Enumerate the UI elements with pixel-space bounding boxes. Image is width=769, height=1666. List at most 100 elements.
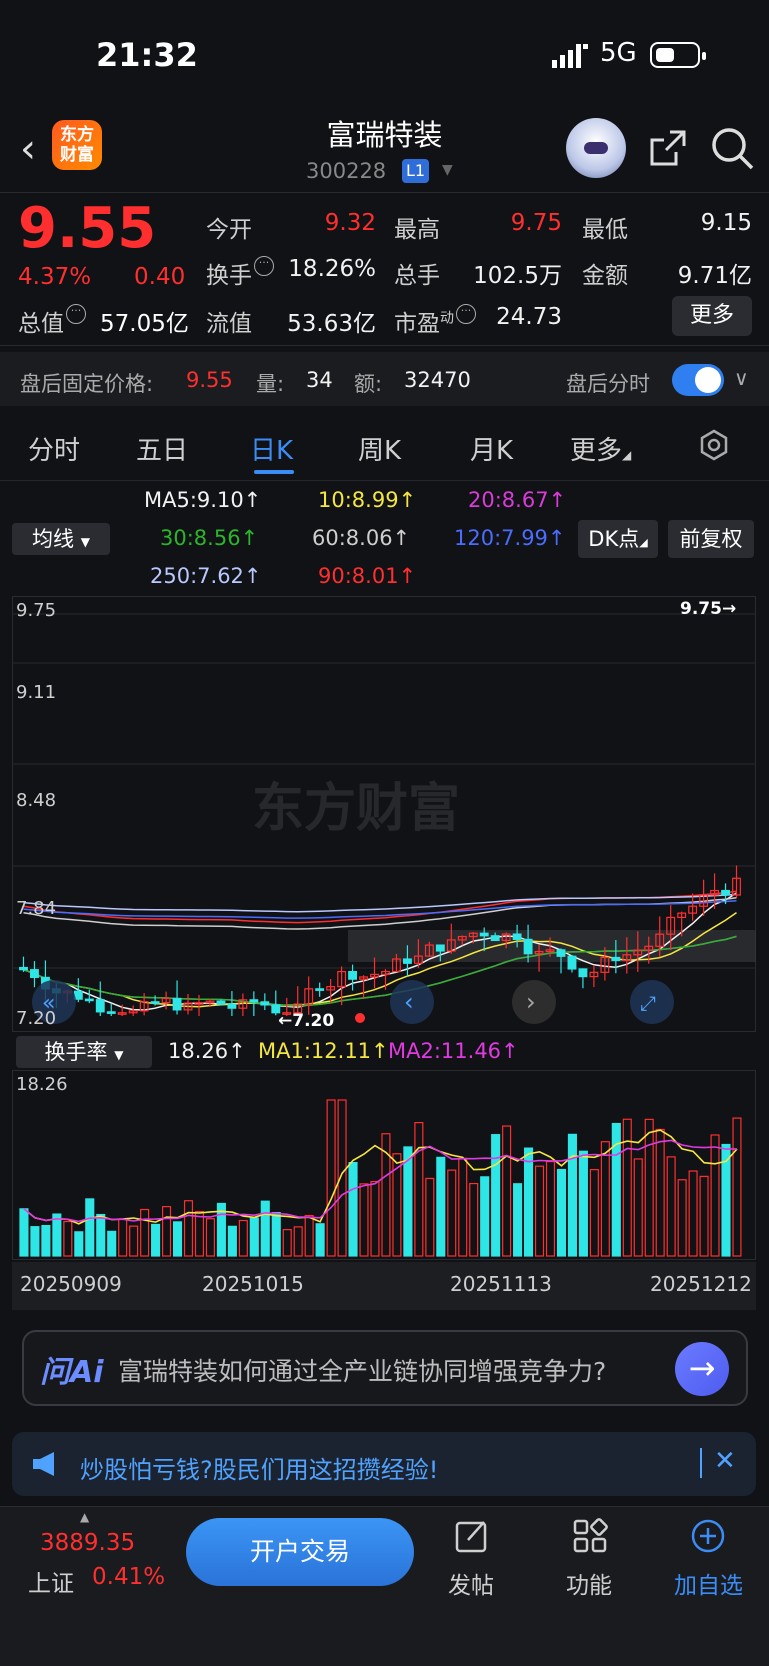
ma-line [23,890,737,924]
index-name[interactable]: 上证 [28,1564,74,1598]
turnover-bar [534,1165,545,1257]
info-icon: ··· [456,304,476,324]
ma-selector[interactable]: 均线 ▼ [12,523,110,555]
candle-body [512,933,522,940]
after-hours-price: 9.55 [186,368,233,392]
nav-functions[interactable]: 功能 [566,1566,612,1600]
total-value-label[interactable]: 总值··· [18,304,86,338]
turnover-bar [622,1118,632,1257]
candle-body [227,1003,237,1009]
turnover-bar [162,1206,172,1257]
turnover-bar [436,1156,446,1257]
step-left-icon[interactable]: ‹ [390,980,434,1024]
level-badge[interactable]: L1 [402,159,429,183]
after-hours-qty: 34 [306,368,333,392]
turnover-bar [183,1200,194,1257]
turnover-bar [425,1177,435,1257]
tab-timeshare[interactable]: 分时 [28,430,80,467]
close-icon[interactable]: ✕ [714,1446,736,1476]
ai-question[interactable]: 富瑞特装如何通过全产业链协同增强竞争力? [118,1352,606,1388]
status-time: 21:32 [96,36,198,74]
x-tick-label: 20251113 [450,1272,552,1296]
share-icon[interactable] [648,128,688,168]
turnover-bar [688,1170,698,1257]
dk-point-button[interactable]: DK点◢ [578,520,658,558]
turnover-bar [524,1147,534,1257]
tab-monthly-k[interactable]: 月K [470,430,513,467]
nav-post[interactable]: 发帖 [448,1566,494,1600]
plus-circle-icon[interactable] [690,1518,726,1554]
x-tick-label: 20251212 [650,1272,752,1296]
chevron-down-icon[interactable]: ∨ [734,366,749,390]
ma10-label: 10:8.99↑ [318,488,417,512]
chart-watermark: 东方财富 [252,779,460,839]
network-type: 5G [600,38,637,68]
turnover-bar [30,1226,40,1257]
tab-more[interactable]: 更多◢ [570,430,631,467]
y-tick-label: 8.48 [16,790,57,811]
turnover-bar [85,1198,95,1257]
turnover-chart[interactable] [12,1070,756,1260]
step-right-icon[interactable]: › [512,980,556,1024]
turnover-bar [370,1180,380,1257]
turnover-bar [677,1179,687,1257]
edit-icon[interactable] [454,1518,490,1554]
candle-body [479,932,489,937]
kline-chart[interactable]: 东方财富 9.75→ ←7.20 « ‹ › ⤢ [12,596,756,1032]
turnover-bar [732,1117,742,1257]
turnover-bar [458,1157,468,1257]
candle-body [260,1001,270,1006]
turnover-bar [260,1200,270,1257]
turnover-bar [282,1229,292,1257]
after-hours-qty-label: 量: [256,372,285,396]
turnover-bar [644,1118,654,1257]
ma120-label: 120:7.99↑ [454,526,566,550]
tab-daily-k[interactable]: 日K [250,430,293,467]
after-hours-timeshare-label: 盘后分时 [566,372,650,396]
turnover-bar [502,1125,512,1257]
y-tick-label: 9.75 [16,600,57,621]
chevron-down-icon[interactable]: ▼ [442,162,453,178]
info-icon: ··· [254,256,274,276]
more-button[interactable]: 更多 [672,296,752,336]
candle-body [490,935,500,942]
candle-body [95,999,105,1013]
turnover-bar [172,1221,183,1257]
tab-weekly-k[interactable]: 周K [358,430,401,467]
svg-text:›: › [526,988,536,1016]
candle-body [249,999,259,1003]
ma90-label: 90:8.01↑ [318,564,417,588]
battery-icon [650,42,706,68]
indicator-selector[interactable]: 换手率 ▼ [16,1036,152,1068]
turnover-bar [249,1217,259,1257]
after-hours-price-label: 盘后固定价格: [20,372,154,396]
fullscreen-icon[interactable]: ⤢ [630,980,674,1024]
turnover-bar [633,1158,643,1257]
nav-add-watchlist[interactable]: 加自选 [674,1566,743,1600]
candle-body [402,958,412,964]
candle-body [30,969,39,979]
pe-label[interactable]: 市盈动 ··· [394,304,476,338]
index-value[interactable]: 3889.35 [40,1530,135,1556]
turnover-label[interactable]: 换手··· [206,256,274,290]
robot-eye-icon [584,142,608,154]
x-tick-label: 20251015 [202,1272,304,1296]
forward-adjust-button[interactable]: 前复权 [668,520,754,558]
grid-icon[interactable] [572,1518,608,1554]
gear-icon[interactable] [697,428,731,462]
candle-body [721,889,730,896]
index-percent[interactable]: 0.41% [92,1564,165,1590]
candle-body [348,970,358,980]
arrow-right-icon[interactable]: → [675,1342,729,1396]
turnover-bar [194,1210,205,1257]
after-hours-toggle[interactable] [672,364,724,396]
turnover-bar [326,1099,336,1257]
turnover-bar [578,1150,588,1257]
turnover-bar [238,1219,248,1257]
open-label: 今开 [206,217,252,243]
after-hours-amount-label: 额: [354,372,383,396]
search-icon[interactable] [710,126,754,170]
tab-five-day[interactable]: 五日 [136,430,188,467]
notice-text[interactable]: 炒股怕亏钱?股民们用这招攒经验! [80,1450,438,1485]
open-account-button[interactable]: 开户交易 [186,1518,414,1586]
